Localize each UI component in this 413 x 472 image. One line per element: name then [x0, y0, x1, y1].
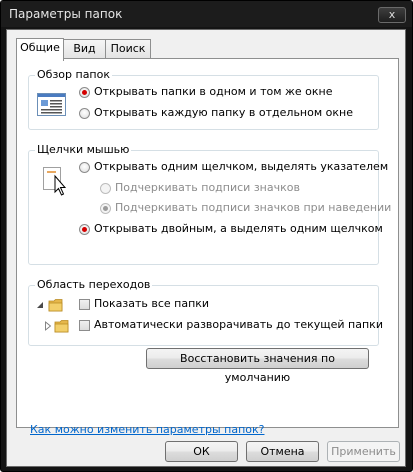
window-title: Параметры папок [9, 7, 123, 21]
same-window-radio[interactable] [79, 87, 90, 98]
title-bar[interactable]: Параметры папок x [1, 1, 412, 27]
auto-expand-label: Автоматически разворачивать до текущей п… [94, 318, 383, 331]
underline-always-radio[interactable] [100, 183, 111, 194]
click-items-title: Щелчки мышью [35, 143, 132, 156]
single-click-radio[interactable] [79, 162, 90, 173]
click-items-group: Щелчки мышью Открывать одним щелчком, вы… [28, 143, 391, 265]
tab-general[interactable]: Общие [16, 38, 64, 61]
show-all-folders-label: Показать все папки [94, 297, 210, 310]
folder-icon [48, 299, 63, 312]
auto-expand-checkbox[interactable] [79, 320, 90, 331]
browse-folders-title: Обзор папок [35, 68, 112, 81]
click-pointer-icon [43, 167, 67, 196]
ok-button[interactable]: ОК [165, 441, 238, 462]
double-click-label: Открывать двойным, а выделять одним щелч… [94, 222, 383, 235]
general-tab-panel: Обзор папок Открывать папки в одном и то… [16, 58, 399, 436]
same-window-label: Открывать папки в одном и том же окне [94, 85, 333, 98]
double-click-radio[interactable] [79, 224, 90, 235]
single-click-label: Открывать одним щелчком, выделять указат… [94, 160, 389, 173]
folder-window-icon [37, 93, 66, 116]
browse-folders-group: Обзор папок Открывать папки в одном и то… [28, 68, 379, 130]
dialog-body: Общие Вид Поиск Обзор папок Открывать па [6, 29, 406, 467]
close-button[interactable]: x [378, 7, 406, 23]
navigation-pane-title: Область переходов [35, 278, 153, 291]
apply-button[interactable]: Применить [327, 441, 400, 462]
underline-hover-label: Подчеркивать подписи значков при наведен… [115, 201, 392, 214]
underline-hover-radio[interactable] [100, 203, 111, 214]
folder-icon [54, 320, 69, 333]
close-icon: x [388, 8, 396, 21]
separate-window-label: Открывать каждую папку в отдельном окне [94, 106, 353, 119]
help-link[interactable]: Как можно изменить параметры папок? [30, 423, 264, 436]
folder-options-window: Параметры папок x Общие Вид Поиск Обзор … [0, 0, 413, 472]
navigation-pane-group: Область переходов Показать все папки Авт… [28, 278, 383, 346]
collapsed-arrow-icon [45, 321, 52, 331]
tab-search[interactable]: Поиск [105, 39, 151, 60]
cancel-button[interactable]: Отмена [246, 441, 319, 462]
separate-window-radio[interactable] [79, 108, 90, 119]
underline-always-label: Подчеркивать подписи значков [115, 181, 300, 194]
expanded-arrow-icon [37, 302, 43, 308]
restore-defaults-button[interactable]: Восстановить значения по умолчанию [146, 348, 369, 384]
show-all-folders-checkbox[interactable] [79, 299, 90, 310]
tab-view[interactable]: Вид [63, 39, 106, 60]
